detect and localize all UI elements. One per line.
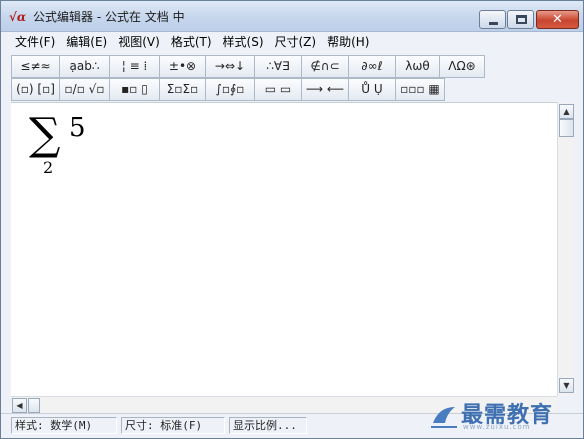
fraction-radical-templates-icon[interactable]: ▫/▫ √▫ [59,78,109,101]
title-bar[interactable]: √α 公式编辑器 - 公式在 文档 中 ✕ [1,1,583,32]
symbol-palette-row: ≤≠≈ ạab∴ ¦ ≡ ⁞ ±•⊗ →⇔↓ ∴∀∃ ∉∩⊂ ∂∞ℓ λωθ Λ… [11,55,485,78]
misc-symbols-icon[interactable]: ∂∞ℓ [348,55,395,78]
products-set-theory-templates-icon[interactable]: Ů Ụ [348,78,395,101]
maximize-button[interactable] [507,10,534,29]
menu-edit[interactable]: 编辑(E) [62,33,111,51]
summation-formula[interactable]: ∑ 5 2 [29,111,109,191]
window-title: 公式编辑器 - 公式在 文档 中 [33,10,185,24]
formula-editor-window: √α 公式编辑器 - 公式在 文档 中 ✕ 文件(F) 编辑(E) 视图(V) … [0,0,584,439]
fence-templates-icon[interactable]: (▫) [▫] [11,78,59,101]
menu-size[interactable]: 尺寸(Z) [271,33,321,51]
menu-file[interactable]: 文件(F) [11,33,59,51]
summation-operand[interactable]: 5 [69,113,86,143]
menu-view[interactable]: 视图(V) [114,33,164,51]
minimize-button[interactable] [479,10,506,29]
subscript-superscript-templates-icon[interactable]: ▪▫ ▯ [109,78,159,101]
menu-format[interactable]: 格式(T) [167,33,216,51]
status-zoom[interactable]: 显示比例... [229,417,307,434]
scroll-down-icon[interactable]: ▼ [559,378,574,393]
integral-templates-icon[interactable]: ∫▫∮▫ [205,78,254,101]
summation-operator[interactable]: ∑ [29,111,60,159]
watermark-url: www.zuixu.com [463,423,531,431]
logical-symbols-icon[interactable]: ∴∀∃ [254,55,301,78]
status-size: 尺寸: 标准(F) [121,417,225,434]
relational-symbols-icon[interactable]: ≤≠≈ [11,55,59,78]
template-palette-row: (▫) [▫] ▫/▫ √▫ ▪▫ ▯ Σ▫Σ▫ ∫▫∮▫ ▭ ▭ ⟶ ⟵ Ů … [11,78,445,101]
summation-lower-limit[interactable]: 2 [43,159,53,177]
equation-editing-area[interactable]: ∑ 5 2 [11,102,557,396]
summation-templates-icon[interactable]: Σ▫Σ▫ [159,78,205,101]
embellishments-icon[interactable]: ¦ ≡ ⁞ [109,55,159,78]
equation-toolbar: ≤≠≈ ạab∴ ¦ ≡ ⁞ ±•⊗ →⇔↓ ∴∀∃ ∉∩⊂ ∂∞ℓ λωθ Λ… [1,52,583,102]
close-button[interactable]: ✕ [536,10,579,29]
underbar-overbar-templates-icon[interactable]: ▭ ▭ [254,78,301,101]
operator-symbols-icon[interactable]: ±•⊗ [159,55,205,78]
menu-bar: 文件(F) 编辑(E) 视图(V) 格式(T) 样式(S) 尺寸(Z) 帮助(H… [1,32,583,52]
vertical-scroll-thumb[interactable] [559,119,574,137]
arrow-symbols-icon[interactable]: →⇔↓ [205,55,254,78]
watermark-logo: 最需教育 www.zuixu.com [429,393,579,437]
maximize-icon [516,15,527,24]
spaces-ellipses-icon[interactable]: ạab∴ [59,55,109,78]
app-icon: √α [9,10,27,24]
greek-lowercase-icon[interactable]: λωθ [395,55,439,78]
horizontal-scroll-thumb[interactable] [28,398,40,413]
set-theory-symbols-icon[interactable]: ∉∩⊂ [301,55,348,78]
labeled-arrow-templates-icon[interactable]: ⟶ ⟵ [301,78,348,101]
minimize-icon [489,22,498,25]
menu-style[interactable]: 样式(S) [219,33,268,51]
close-icon: ✕ [552,12,563,27]
status-style: 样式: 数学(M) [11,417,117,434]
greek-uppercase-icon[interactable]: ΛΩ⊛ [439,55,485,78]
vertical-scrollbar[interactable]: ▲ ▼ [557,102,574,396]
menu-help[interactable]: 帮助(H) [323,33,373,51]
scroll-up-icon[interactable]: ▲ [559,104,574,119]
scroll-left-icon[interactable]: ◀ [12,398,27,413]
watermark-emblem-icon [431,407,457,428]
matrix-templates-icon[interactable]: ▫▫▫ ▦ [395,78,445,101]
